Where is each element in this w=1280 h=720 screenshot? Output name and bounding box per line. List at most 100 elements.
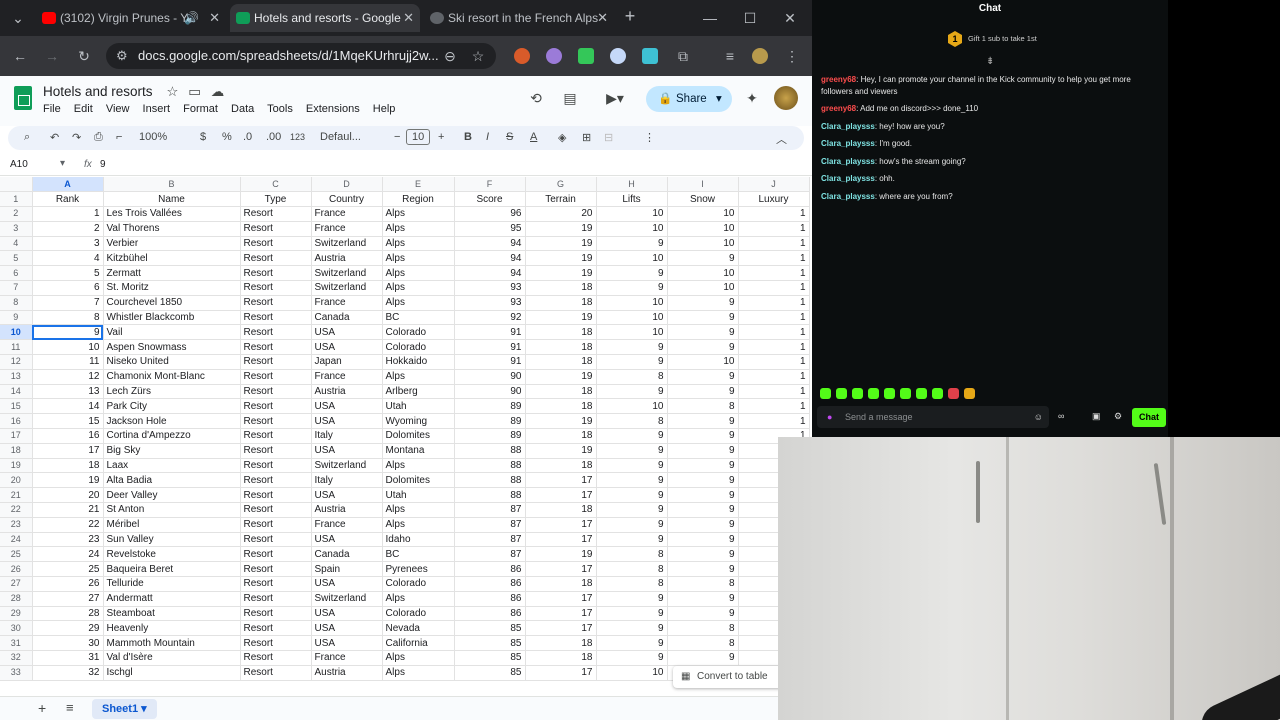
avatar[interactable]: [774, 86, 798, 110]
table-cell[interactable]: Arlberg: [382, 384, 455, 400]
table-cell[interactable]: 10: [32, 339, 104, 356]
table-cell[interactable]: 9: [596, 591, 668, 607]
table-cell[interactable]: 87: [454, 546, 526, 563]
table-cell[interactable]: 9: [596, 384, 668, 400]
column-header[interactable]: B: [103, 177, 241, 193]
table-cell[interactable]: 9: [667, 250, 739, 267]
table-cell[interactable]: Cortina d'Ampezzo: [103, 428, 241, 444]
header-cell[interactable]: Rank: [32, 191, 104, 208]
table-cell[interactable]: Idaho: [382, 532, 455, 548]
chat-username[interactable]: Clara_playsss: [821, 157, 875, 166]
table-cell[interactable]: 17: [525, 591, 597, 607]
table-cell[interactable]: 9: [596, 487, 668, 504]
table-cell[interactable]: 3: [32, 236, 104, 252]
table-cell[interactable]: Dolomites: [382, 428, 455, 444]
comments-icon[interactable]: ▤: [560, 88, 580, 108]
table-cell[interactable]: 11: [32, 354, 104, 370]
menu-format[interactable]: Format: [183, 103, 218, 115]
close-window-icon[interactable]: ✕: [780, 8, 800, 28]
table-cell[interactable]: 9: [596, 354, 668, 370]
table-cell[interactable]: 9: [667, 532, 739, 548]
table-cell[interactable]: 31: [32, 650, 104, 666]
row-number[interactable]: 17: [0, 428, 33, 444]
spreadsheet-grid[interactable]: ABCDEFGHIJ 1 Rank Name Type Country Region Sco…: [0, 177, 812, 683]
table-cell[interactable]: 9: [596, 236, 668, 252]
table-cell[interactable]: 91: [454, 354, 526, 370]
table-cell[interactable]: Resort: [240, 517, 312, 533]
table-cell[interactable]: Jackson Hole: [103, 413, 241, 430]
header-cell[interactable]: Type: [240, 191, 312, 208]
table-cell[interactable]: 86: [454, 606, 526, 622]
emote-icon[interactable]: [964, 388, 975, 399]
header-cell[interactable]: Lifts: [596, 191, 668, 208]
table-cell[interactable]: 17: [525, 561, 597, 578]
header-cell[interactable]: Region: [382, 191, 455, 208]
table-cell[interactable]: 32: [32, 665, 104, 681]
table-cell[interactable]: 87: [454, 532, 526, 548]
table-cell[interactable]: Resort: [240, 310, 312, 326]
table-cell[interactable]: 19: [525, 369, 597, 385]
table-cell[interactable]: 18: [525, 428, 597, 444]
close-tab-icon[interactable]: ✕: [597, 4, 608, 32]
table-cell[interactable]: 96: [454, 206, 526, 222]
print-icon[interactable]: ⎙: [94, 131, 103, 144]
table-cell[interactable]: 90: [454, 369, 526, 385]
table-cell[interactable]: 10: [667, 236, 739, 252]
table-cell[interactable]: Resort: [240, 606, 312, 622]
column-header[interactable]: J: [738, 177, 810, 193]
table-cell[interactable]: Austria: [311, 250, 383, 267]
table-cell[interactable]: Resort: [240, 280, 312, 296]
table-cell[interactable]: Chamonix Mont-Blanc: [103, 369, 241, 385]
table-cell[interactable]: USA: [311, 576, 383, 592]
table-cell[interactable]: Wyoming: [382, 413, 455, 430]
new-tab-icon[interactable]: +: [620, 6, 640, 26]
table-cell[interactable]: Hokkaido: [382, 354, 455, 370]
table-cell[interactable]: 18: [525, 280, 597, 296]
row-number[interactable]: 21: [0, 487, 33, 504]
more-options-icon[interactable]: ⋮: [644, 131, 655, 144]
emote-icon[interactable]: [948, 388, 959, 399]
table-cell[interactable]: 9: [667, 650, 739, 666]
message-input[interactable]: ● Send a message ☺: [817, 406, 1049, 428]
table-cell[interactable]: 17: [525, 620, 597, 637]
menu-extensions[interactable]: Extensions: [306, 103, 360, 115]
table-cell[interactable]: 1: [738, 206, 810, 222]
extension-icon[interactable]: [642, 48, 658, 64]
table-cell[interactable]: Alps: [382, 517, 455, 533]
sheet-tab-sheet1[interactable]: Sheet1 ▾: [92, 699, 157, 719]
table-cell[interactable]: 10: [596, 324, 668, 341]
table-cell[interactable]: 4: [32, 250, 104, 267]
table-cell[interactable]: 95: [454, 221, 526, 237]
name-box-dropdown-icon[interactable]: ▾: [60, 158, 65, 169]
tab-sheets[interactable]: Hotels and resorts - Google ✕: [230, 4, 420, 32]
table-cell[interactable]: 15: [32, 413, 104, 430]
table-cell[interactable]: 1: [738, 221, 810, 237]
chat-username[interactable]: Clara_playsss: [821, 174, 875, 183]
reload-icon[interactable]: ↻: [74, 46, 94, 66]
table-cell[interactable]: 18: [525, 339, 597, 356]
table-cell[interactable]: Mammoth Mountain: [103, 635, 241, 651]
table-cell[interactable]: 23: [32, 532, 104, 548]
table-cell[interactable]: France: [311, 295, 383, 311]
table-cell[interactable]: 9: [32, 324, 104, 341]
column-header[interactable]: I: [667, 177, 739, 193]
table-cell[interactable]: 9: [596, 502, 668, 518]
chat-username[interactable]: Clara_playsss: [821, 192, 875, 201]
table-cell[interactable]: Alps: [382, 369, 455, 385]
table-cell[interactable]: Alps: [382, 221, 455, 237]
percent-button[interactable]: %: [222, 131, 232, 143]
table-cell[interactable]: USA: [311, 620, 383, 637]
table-cell[interactable]: Colorado: [382, 339, 455, 356]
table-cell[interactable]: 10: [667, 265, 739, 282]
table-cell[interactable]: 94: [454, 250, 526, 267]
table-cell[interactable]: 7: [32, 295, 104, 311]
table-cell[interactable]: Courchevel 1850: [103, 295, 241, 311]
column-header[interactable]: E: [382, 177, 455, 193]
table-cell[interactable]: 8: [596, 546, 668, 563]
table-cell[interactable]: Resort: [240, 206, 312, 222]
table-cell[interactable]: 14: [32, 398, 104, 415]
table-cell[interactable]: Ischgl: [103, 665, 241, 681]
table-cell[interactable]: Andermatt: [103, 591, 241, 607]
row-number[interactable]: 20: [0, 472, 33, 489]
table-cell[interactable]: 28: [32, 606, 104, 622]
